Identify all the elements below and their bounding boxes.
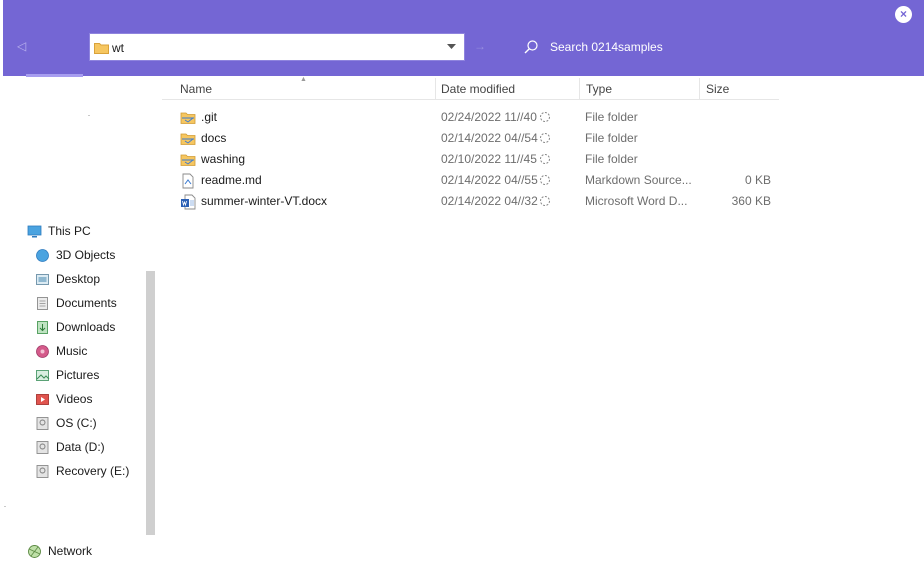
nav-pane-artifact bbox=[88, 115, 90, 116]
column-size[interactable]: Size bbox=[700, 78, 779, 100]
file-row[interactable]: readme.md 02/14/2022 04//55 Markdown Sou… bbox=[180, 170, 780, 191]
markdown-file-icon bbox=[182, 173, 194, 189]
file-date: 02/14/2022 04//32 bbox=[441, 194, 538, 208]
file-row[interactable]: summer-winter-VT.docx 02/14/2022 04//32 … bbox=[180, 191, 780, 212]
sidebar-item-videos[interactable]: Videos bbox=[35, 388, 92, 410]
sidebar-item-3d-objects[interactable]: 3D Objects bbox=[35, 244, 115, 266]
folder-icon bbox=[94, 43, 109, 54]
sidebar-item-music[interactable]: Music bbox=[35, 340, 87, 362]
downloads-icon bbox=[37, 320, 48, 334]
sidebar-item-label: OS (C:) bbox=[56, 416, 97, 430]
nav-pane-artifact bbox=[4, 506, 6, 507]
sync-status-icon bbox=[540, 133, 550, 143]
column-header: Name Date modified Type Size bbox=[162, 78, 779, 100]
sidebar-item-desktop[interactable]: Desktop bbox=[35, 268, 100, 290]
column-type[interactable]: Type bbox=[580, 78, 700, 100]
address-bar[interactable] bbox=[89, 33, 465, 61]
file-name: washing bbox=[201, 152, 246, 166]
close-icon: × bbox=[899, 7, 907, 21]
sync-status-icon bbox=[540, 112, 550, 122]
file-type: File folder bbox=[585, 131, 638, 145]
search-placeholder: Search 0214samples bbox=[550, 40, 663, 54]
drive-icon bbox=[36, 416, 49, 430]
sidebar-item-label: 3D Objects bbox=[56, 248, 116, 262]
file-type: File folder bbox=[585, 110, 638, 124]
file-type: File folder bbox=[585, 152, 638, 166]
sidebar-item-label: Data (D:) bbox=[56, 440, 105, 454]
address-input[interactable] bbox=[112, 39, 432, 57]
sidebar-item-network[interactable]: Network bbox=[27, 540, 92, 562]
back-arrow-icon: ◁ bbox=[17, 39, 27, 53]
sidebar-item-downloads[interactable]: Downloads bbox=[35, 316, 115, 338]
file-row[interactable]: docs 02/14/2022 04//54 File folder bbox=[180, 128, 780, 149]
file-name: summer-winter-VT.docx bbox=[201, 194, 328, 208]
back-button[interactable]: ◁ bbox=[17, 38, 33, 54]
sidebar-item-label: Desktop bbox=[56, 272, 101, 286]
sidebar-item-recovery-e[interactable]: Recovery (E:) bbox=[35, 460, 129, 482]
sync-status-icon bbox=[540, 154, 550, 164]
file-date: 02/14/2022 04//54 bbox=[441, 131, 538, 145]
file-date: 02/14/2022 04//55 bbox=[441, 173, 538, 187]
computer-icon bbox=[27, 225, 42, 237]
sidebar-item-pictures[interactable]: Pictures bbox=[35, 364, 99, 386]
sidebar-item-os-c[interactable]: OS (C:) bbox=[35, 412, 97, 434]
sidebar-item-label: This PC bbox=[48, 224, 91, 238]
word-document-icon bbox=[181, 194, 196, 210]
search-icon bbox=[524, 40, 538, 54]
file-name: readme.md bbox=[201, 173, 262, 187]
close-button[interactable]: × bbox=[895, 6, 912, 23]
sync-status-icon bbox=[540, 196, 550, 206]
network-icon bbox=[28, 544, 41, 558]
sidebar-item-label: Music bbox=[56, 344, 88, 358]
sidebar-item-documents[interactable]: Documents bbox=[35, 292, 117, 314]
ribbon-tab-indicator bbox=[26, 74, 83, 77]
file-date: 02/10/2022 11//45 bbox=[441, 152, 537, 166]
folder-icon bbox=[180, 154, 196, 166]
pictures-icon bbox=[36, 369, 50, 381]
forward-arrow-icon: → bbox=[474, 39, 486, 53]
folder-icon bbox=[180, 112, 196, 124]
music-icon bbox=[36, 344, 49, 358]
file-row[interactable]: .git 02/24/2022 11//40 File folder bbox=[180, 107, 780, 128]
drive-icon bbox=[36, 440, 49, 454]
sidebar-item-data-d[interactable]: Data (D:) bbox=[35, 436, 105, 458]
file-type: Markdown Source... bbox=[585, 173, 692, 187]
file-name: docs bbox=[201, 131, 227, 145]
sidebar-item-label: Documents bbox=[56, 296, 117, 310]
sidebar-item-label: Downloads bbox=[56, 320, 116, 334]
nav-pane-scrollbar[interactable] bbox=[146, 271, 155, 535]
forward-button[interactable]: → bbox=[474, 38, 486, 54]
file-name: .git bbox=[201, 110, 218, 124]
column-name[interactable]: Name bbox=[162, 78, 436, 100]
file-size: 0 KB bbox=[744, 173, 771, 187]
videos-icon bbox=[36, 393, 49, 405]
title-bar: ◁ → Search 0214samples × bbox=[3, 0, 924, 76]
folder-icon bbox=[180, 133, 196, 145]
sidebar-item-label: Videos bbox=[56, 392, 93, 406]
documents-icon bbox=[37, 296, 48, 310]
search-box[interactable]: Search 0214samples bbox=[522, 37, 663, 57]
sidebar-item-label: Pictures bbox=[56, 368, 100, 382]
sidebar-item-this-pc[interactable]: This PC bbox=[27, 220, 91, 242]
chevron-down-icon[interactable] bbox=[447, 44, 456, 50]
sidebar-item-label: Recovery (E:) bbox=[56, 464, 130, 478]
file-size: 360 KB bbox=[731, 194, 771, 208]
column-date-modified[interactable]: Date modified bbox=[436, 78, 580, 100]
file-date: 02/24/2022 11//40 bbox=[441, 110, 537, 124]
file-type: Microsoft Word D... bbox=[585, 194, 688, 208]
drive-icon bbox=[36, 464, 49, 478]
sidebar-item-label: Network bbox=[48, 544, 93, 558]
file-row[interactable]: washing 02/10/2022 11//45 File folder bbox=[180, 149, 780, 170]
3d-objects-icon bbox=[36, 248, 49, 262]
sync-status-icon bbox=[540, 175, 550, 185]
desktop-icon bbox=[36, 273, 49, 285]
